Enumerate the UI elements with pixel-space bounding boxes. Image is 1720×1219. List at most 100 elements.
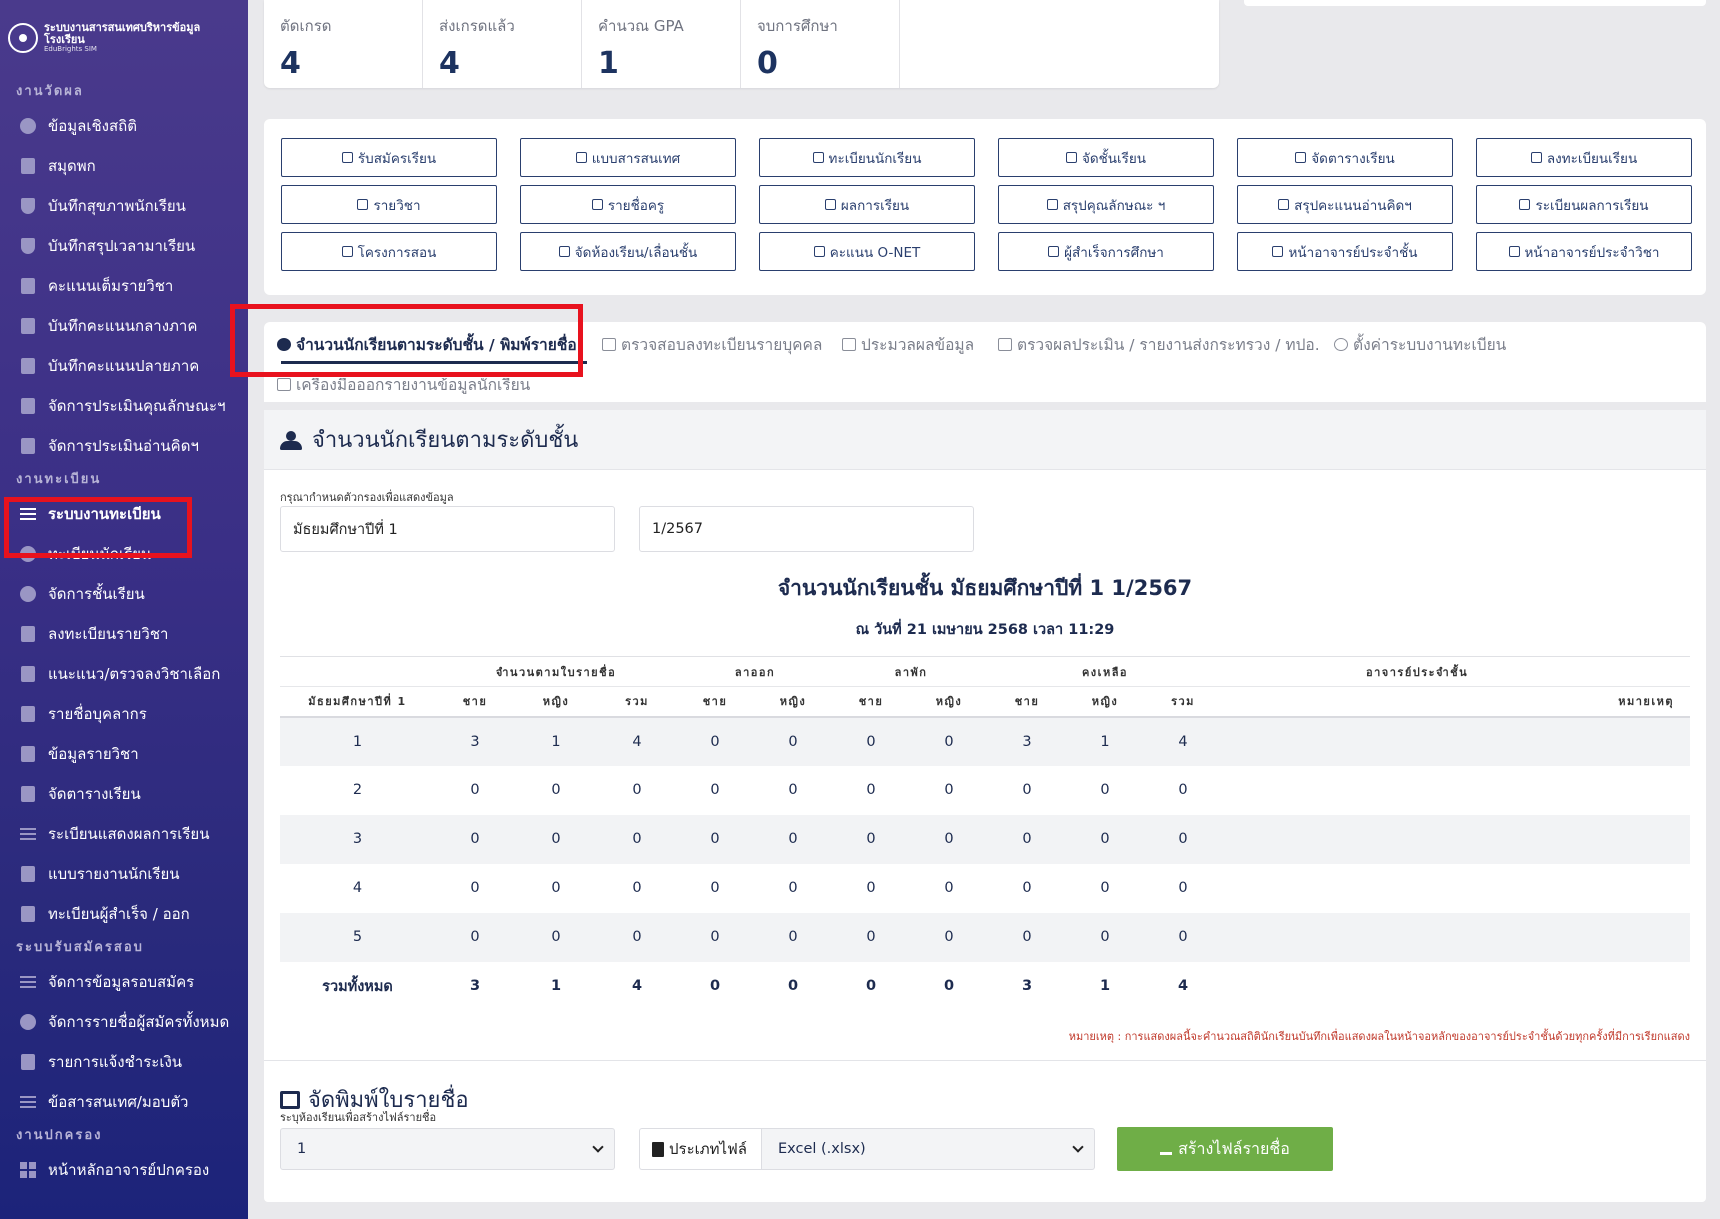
sidebar-item-label: รายการแจ้งชำระเงิน [48,1053,183,1071]
quick-button-icon [1519,199,1531,210]
total-row: รวมทั้งหมด 3 1 4 0 0 0 0 3 1 4 [280,962,1690,1011]
quick-button[interactable]: สรุปคะแนนอ่านคิดฯ [1237,185,1453,224]
table-cell: 0 [515,912,597,962]
sidebar-item[interactable]: บันทึกสรุปเวลามาเรียน [0,226,248,266]
atom-logo-icon [8,23,38,53]
sidebar-item[interactable]: จัดการประเมินคุณลักษณะฯ [0,386,248,426]
sidebar-item[interactable]: รายชื่อบุคลากร [0,694,248,734]
sidebar-item[interactable]: ทะเบียนนักเรียน [0,534,248,574]
graduation-cap-icon [18,905,38,923]
brand[interactable]: ระบบงานสารสนเทศบริหารข้อมูลโรงเรียน EduB… [0,0,248,56]
table-cell: 0 [1065,814,1145,864]
room-select[interactable]: 1 [280,1128,615,1170]
pie-chart-icon [18,117,38,135]
quick-button[interactable]: ผู้สำเร็จการศึกษา [998,232,1214,271]
quick-button[interactable]: รายวิชา [281,185,497,224]
filetype-select[interactable]: Excel (.xlsx) [761,1128,1095,1170]
sidebar-item[interactable]: จัดการประเมินอ่านคิดฯ [0,426,248,466]
stat-gpa: คำนวณ GPA 1 [582,0,741,88]
tab-check-registration[interactable]: ตรวจสอบลงทะเบียนรายบุคคล [602,332,822,357]
sidebar-item[interactable]: แบบรายงานนักเรียน [0,854,248,894]
sidebar-item[interactable]: จัดตารางเรียน [0,774,248,814]
quick-button[interactable]: จัดชั้นเรียน [998,138,1214,177]
book-icon [18,437,38,455]
sidebar-item[interactable]: บันทึกคะแนนปลายภาค [0,346,248,386]
column-header: หญิง [909,686,989,718]
tab-settings[interactable]: ตั้งค่าระบบงานทะเบียน [1334,332,1506,357]
sidebar-item-label: ทะเบียนผู้สำเร็จ / ออก [48,905,190,923]
sidebar-item[interactable]: ระบบงานทะเบียน [0,494,248,534]
total-cell: 1 [550,978,562,994]
quick-button[interactable]: รายชื่อครู [520,185,736,224]
tab-student-count[interactable]: จำนวนนักเรียนตามระดับชั้น / พิมพ์รายชื่อ [277,332,577,357]
shield-icon [18,237,38,255]
table-cell: 0 [677,716,753,766]
sidebar-item[interactable]: หน้าหลักอาจารย์ปกครอง [0,1150,248,1190]
table-cell: 0 [551,782,561,798]
level-filter[interactable]: มัธยมศึกษาปีที่ 1 [280,506,615,552]
sidebar-item[interactable]: จัดการชั้นเรียน [0,574,248,614]
sidebar-item[interactable]: จัดการรายชื่อผู้สมัครทั้งหมด [0,1002,248,1042]
sidebar-item[interactable]: ระเบียนแสดงผลการเรียน [0,814,248,854]
table-cell: 3 [435,716,515,766]
face-icon [18,545,38,563]
quick-button[interactable]: หน้าอาจารย์ประจำชั้น [1237,232,1453,271]
sidebar-item[interactable]: รายการแจ้งชำระเงิน [0,1042,248,1082]
sidebar-item[interactable]: ลงทะเบียนรายวิชา [0,614,248,654]
table-cell: 0 [866,782,876,798]
sidebar-item[interactable]: จัดการข้อมูลรอบสมัคร [0,962,248,1002]
create-file-button[interactable]: สร้างไฟล์รายชื่อ [1117,1127,1333,1171]
sidebar-item[interactable]: แนะแนว/ตรวจลงวิชาเลือก [0,654,248,694]
sidebar-item[interactable]: บันทึกคะแนนกลางภาค [0,306,248,346]
plus-square-icon [18,665,38,683]
sidebar-item[interactable]: ข้อมูลเชิงสถิติ [0,106,248,146]
sidebar-item[interactable]: บันทึกสุขภาพนักเรียน [0,186,248,226]
table-cell: 0 [989,912,1065,962]
table-cell: 0 [1022,880,1032,896]
sidebar-item[interactable]: ข้อมูลรายวิชา [0,734,248,774]
total-cell: 3 [469,978,481,994]
tab-label: ตรวจผลประเมิน / รายงานส่งกระทรวง / ทปอ. [1017,336,1320,354]
filetype-select-value: Excel (.xlsx) [778,1141,866,1157]
sidebar-item[interactable]: คะแนนเต็มรายวิชา [0,266,248,306]
quick-button[interactable]: ผลการเรียน [759,185,975,224]
sidebar-item[interactable]: ทะเบียนผู้สำเร็จ / ออก [0,894,248,934]
book-icon [18,277,38,295]
sidebar-item-label: จัดการชั้นเรียน [48,585,145,603]
tab-label: จำนวนนักเรียนตามระดับชั้น / พิมพ์รายชื่อ [296,336,577,354]
tab-label: เครื่องมือออกรายงานข้อมูลนักเรียน [296,376,531,394]
quick-button[interactable]: จัดตารางเรียน [1237,138,1453,177]
quick-button[interactable]: สรุปคุณลักษณะ ฯ [998,185,1214,224]
quick-button[interactable]: รับสมัครเรียน [281,138,497,177]
quick-button[interactable]: หน้าอาจารย์ประจำวิชา [1476,232,1692,271]
sidebar-item[interactable]: สมุดพก [0,146,248,186]
sidebar-item-label: ระบบงานทะเบียน [48,505,161,523]
quick-button[interactable]: แบบสารสนเทศ [520,138,736,177]
quick-button-label: ทะเบียนนักเรียน [828,150,922,167]
quick-button[interactable]: โครงการสอน [281,232,497,271]
tab-process-data[interactable]: ประมวลผลข้อมูล [842,332,974,357]
sidebar-item-label: หน้าหลักอาจารย์ปกครอง [48,1161,210,1179]
sidebar-item[interactable]: ข้อสารสนเทศ/มอบตัว [0,1082,248,1122]
quick-button[interactable]: ทะเบียนนักเรียน [759,138,975,177]
table-cell: 0 [753,716,833,766]
quick-button-label: รับสมัครเรียน [357,150,437,167]
quick-button[interactable]: ลงทะเบียนเรียน [1476,138,1692,177]
stat-label: ส่งเกรดแล้ว [439,17,515,35]
sidebar-section-header: งานทะเบียน [16,472,102,487]
tab-report-tools[interactable]: เครื่องมือออกรายงานข้อมูลนักเรียน [277,376,531,397]
printer-icon [277,378,291,391]
term-filter[interactable]: 1/2567 [639,506,974,552]
total-cell: 4 [1177,978,1189,994]
tab-evaluation-report[interactable]: ตรวจผลประเมิน / รายงานส่งกระทรวง / ทปอ. [998,332,1320,357]
total-cell: 0 [787,978,799,994]
quick-button[interactable]: จัดห้องเรียน/เลื่อนชั้น [520,232,736,271]
quick-button[interactable]: ระเบียนผลการเรียน [1476,185,1692,224]
table-cell: 0 [551,880,561,896]
sidebar-item-label: ข้อมูลรายวิชา [48,745,139,763]
quick-button[interactable]: คะแนน O-NET [759,232,975,271]
table-row: 30000000000 [280,814,1690,864]
quick-button-label: โครงการสอน [357,244,437,261]
sidebar-section-header: ระบบรับสมัครสอบ [16,940,144,955]
list-icon [18,825,38,843]
